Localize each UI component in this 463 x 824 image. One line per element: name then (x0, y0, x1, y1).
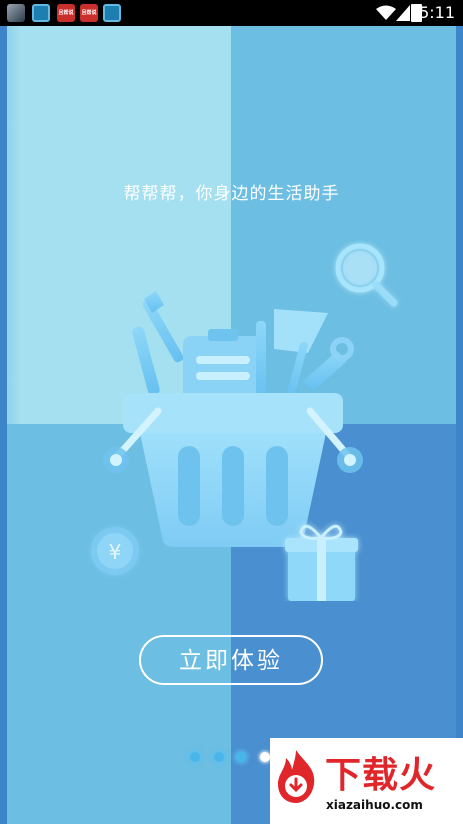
wifi-icon (376, 5, 396, 20)
try-now-button[interactable]: 立即体验 (139, 635, 323, 685)
watermark-url: xiazaihuo.com (326, 798, 423, 812)
app-blue-ring-icon (32, 4, 50, 22)
flame-logo-icon (278, 750, 315, 803)
notification-text: 且帮说 (81, 10, 97, 16)
tagline: 帮帮帮，你身边的生活助手 (123, 184, 340, 204)
page-dot[interactable] (190, 752, 200, 762)
page-dot[interactable] (236, 752, 246, 762)
yen-coin-icon: ¥ (91, 527, 139, 575)
page-indicator[interactable] (184, 752, 284, 764)
magnifier-icon (335, 243, 398, 307)
watermark: 下载火 xiazaihuo.com (270, 738, 463, 824)
watermark-title: 下载火 (325, 755, 437, 796)
app-thumbnail-icon (7, 4, 25, 22)
status-bar: 且帮说 且帮说 5:11 (0, 0, 463, 26)
notification-text: 且帮说 (58, 10, 74, 16)
app-red-icon: 且帮说 (57, 4, 75, 22)
app-blue-ring-icon (103, 4, 121, 22)
page-dot-active[interactable] (260, 752, 270, 762)
signal-icon (396, 5, 410, 21)
page-dot[interactable] (214, 752, 224, 762)
app-red-icon: 且帮说 (80, 4, 98, 22)
svg-text:¥: ¥ (109, 540, 122, 564)
onboarding-screen[interactable]: 帮帮帮，你身边的生活助手 ¥ 立即体验 (0, 26, 463, 824)
basket-icon (103, 393, 363, 547)
clock: 5:11 (419, 3, 455, 22)
basket-of-tools-illustration: ¥ (91, 243, 398, 601)
